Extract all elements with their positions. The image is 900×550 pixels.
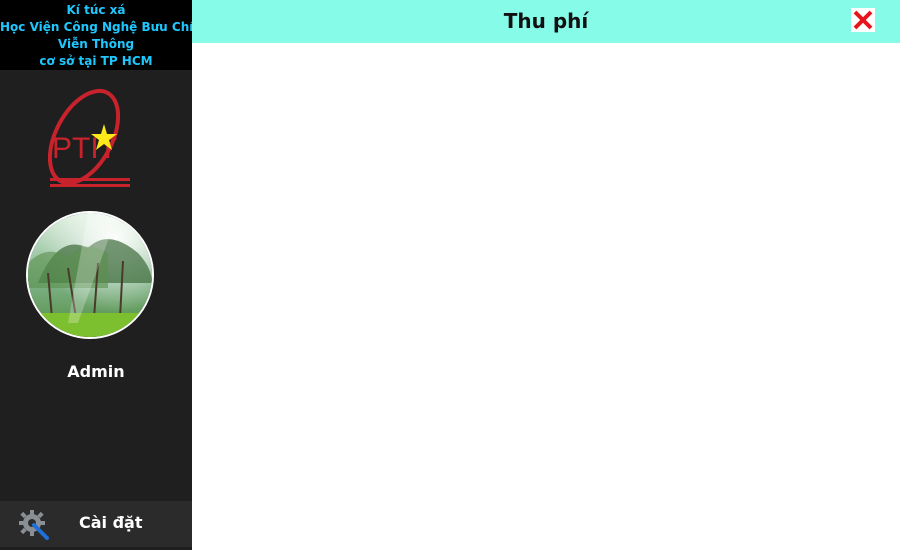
page-header: Thu phí <box>192 0 900 43</box>
close-icon[interactable] <box>850 7 876 33</box>
brand-line-3: Viễn Thông <box>57 37 135 51</box>
brand-line-2: Học Viện Công Nghệ Bưu Chính <box>0 20 211 34</box>
brand-line-1: Kí túc xá <box>66 3 126 17</box>
main-content <box>192 43 900 550</box>
brand-header: Kí túc xá Học Viện Công Nghệ Bưu Chính V… <box>0 0 211 70</box>
settings-label: Cài đặt <box>79 513 143 532</box>
forest-avatar-image <box>28 213 152 337</box>
brand-line-4: cơ sở tại TP HCM <box>39 54 153 68</box>
settings-button[interactable]: Cài đặt <box>0 501 192 547</box>
sidebar: Kí túc xá Học Viện Công Nghệ Bưu Chính V… <box>0 0 211 550</box>
page-title: Thu phí <box>503 9 589 33</box>
ptit-logo: PTIT <box>48 88 130 187</box>
avatar <box>26 211 154 339</box>
user-name: Admin <box>67 362 125 381</box>
wrench-gear-icon <box>19 510 49 540</box>
